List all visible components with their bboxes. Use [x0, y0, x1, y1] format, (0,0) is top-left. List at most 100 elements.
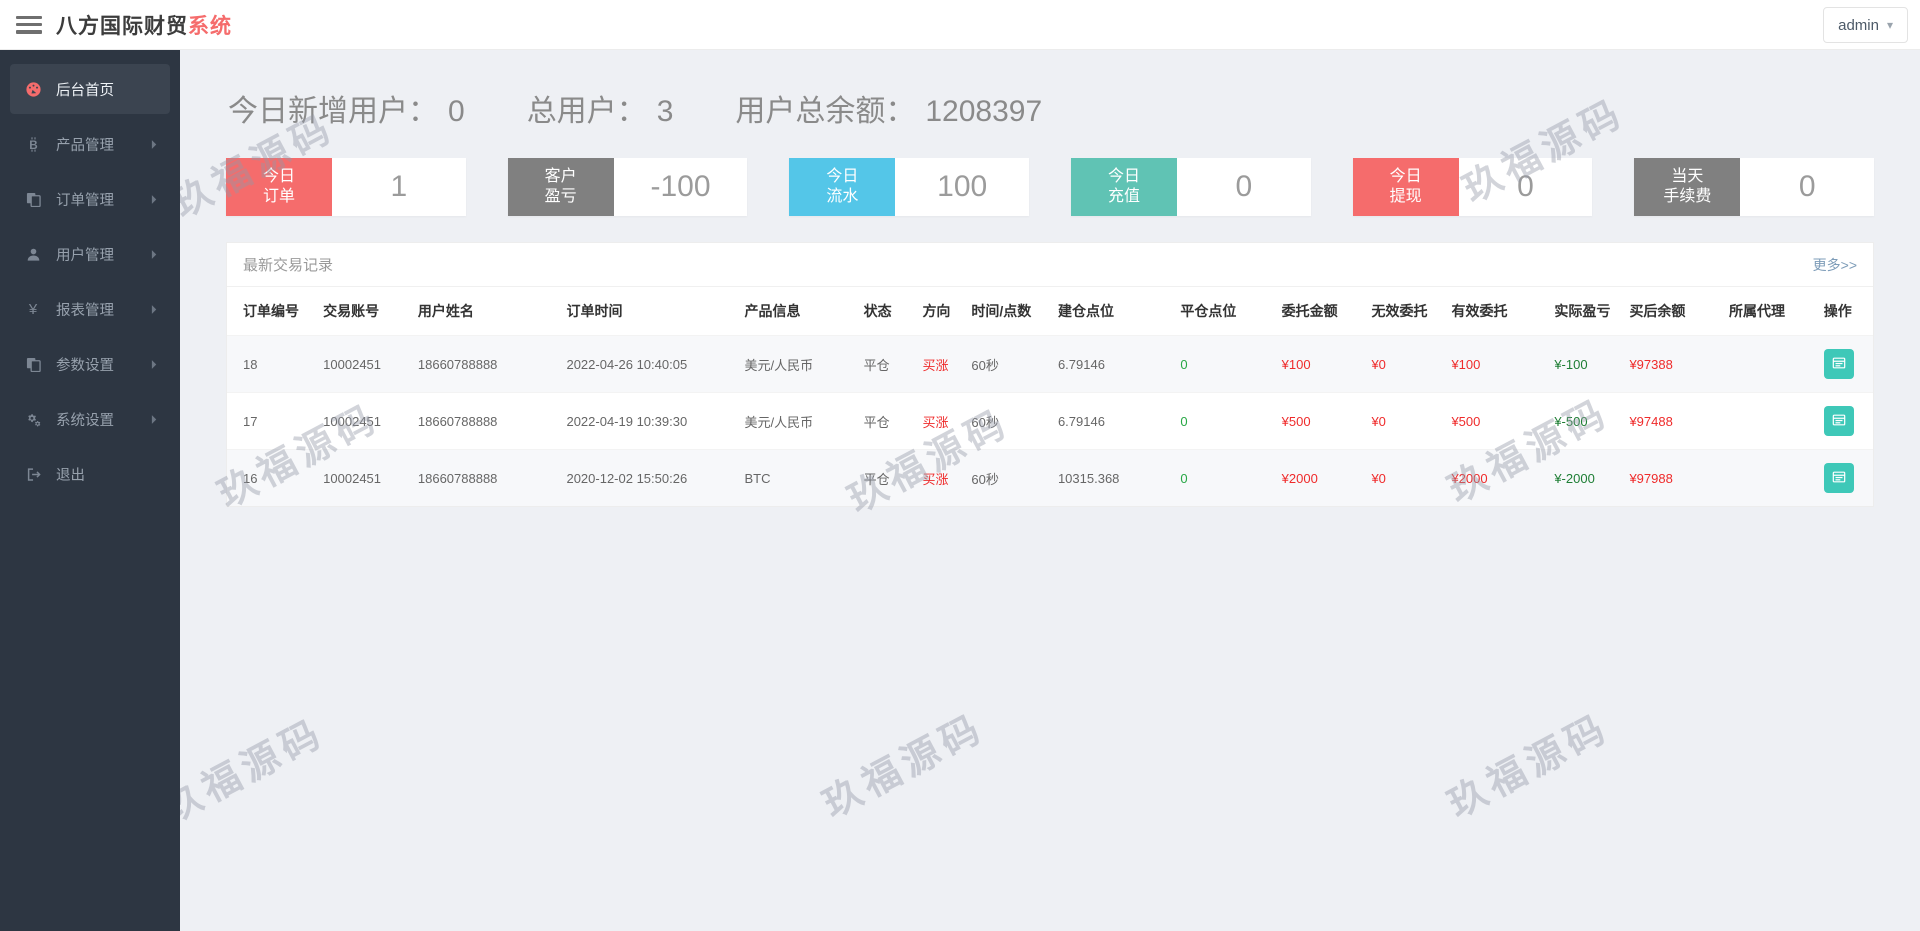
- sidebar-item-home[interactable]: 后台首页: [10, 64, 170, 114]
- sidebar-item-label: 订单管理: [56, 192, 114, 209]
- col-header-trade-account: 交易账号: [315, 287, 410, 336]
- sidebar-item-products[interactable]: B 产品管理: [10, 119, 170, 169]
- sidebar-item-label: 后台首页: [56, 82, 114, 99]
- sidebar-item-reports[interactable]: ¥ 报表管理: [10, 284, 170, 334]
- col-header-actions: 操作: [1815, 287, 1873, 336]
- cell-open-point: 6.79146: [1057, 356, 1105, 372]
- col-header-status: 状态: [855, 287, 915, 336]
- stat-card: 客户 盈亏 -100: [507, 158, 748, 216]
- cell-balance-after: ¥97988: [1629, 470, 1673, 486]
- col-header-product-info: 产品信息: [736, 287, 856, 336]
- cell-balance-after: ¥97388: [1629, 356, 1673, 372]
- view-order-button[interactable]: [1823, 406, 1854, 436]
- summary-stats: 今日新增用户： 0 总用户： 3 用户总余额： 1208397: [228, 86, 1874, 130]
- stat-label: 用户总余额：: [735, 95, 916, 128]
- user-menu-button[interactable]: admin ▾: [1823, 7, 1908, 43]
- cell-balance-after: ¥97488: [1629, 413, 1673, 429]
- sidebar: 后台首页 B 产品管理订单管理用户管理 ¥ 报表管理参数设置系统设置退出: [0, 50, 180, 931]
- stat-card-value: 1: [390, 170, 408, 203]
- stat-card: 今日 流水 100: [789, 158, 1030, 216]
- more-link[interactable]: 更多>>: [1813, 255, 1857, 275]
- dashboard-icon: [22, 81, 44, 98]
- table-row: 16 10002451 18660788888 2020-12-02 15:50:26…: [227, 449, 1873, 507]
- cell-time-points: 60秒: [971, 414, 999, 430]
- sidebar-item-system[interactable]: 系统设置: [10, 394, 170, 444]
- sidebar-item-label: 系统设置: [56, 412, 114, 429]
- latest-trades-panel: 最新交易记录 更多>> 订单编号 交易账号 用户姓名 订单时间 产品信息 状态 方向 时间/点…: [226, 242, 1874, 507]
- cell-close-point: 0: [1180, 356, 1188, 372]
- stat-card-label: 今日 充值: [1071, 158, 1178, 216]
- stat-value: 3: [656, 95, 674, 128]
- cell-entrust-amount: ¥2000: [1281, 470, 1318, 486]
- cell-entrust-amount: ¥500: [1281, 413, 1311, 429]
- cell-open-point: 10315.368: [1057, 470, 1120, 486]
- col-header-agent: 所属代理: [1721, 287, 1816, 336]
- trades-table: 订单编号 交易账号 用户姓名 订单时间 产品信息 状态 方向 时间/点数 建仓点位 平仓点位 委托金…: [227, 287, 1873, 506]
- cell-valid-entrust: ¥2000: [1451, 470, 1488, 486]
- col-header-open-point: 建仓点位: [1049, 287, 1173, 336]
- stat-card: 今日 订单 1: [226, 158, 466, 216]
- cell-actual-pnl: ¥-100: [1554, 356, 1588, 372]
- sidebar-item-label: 退出: [56, 467, 85, 484]
- orders-icon: [22, 192, 44, 207]
- chevron-right-icon: [151, 414, 158, 425]
- stat-card: 当天 手续费 0: [1634, 158, 1875, 216]
- sidebar-item-logout[interactable]: 退出: [10, 449, 170, 499]
- caret-down-icon: ▾: [1886, 18, 1893, 32]
- stat-card-value: 100: [937, 170, 988, 203]
- table-row: 18 10002451 18660788888 2022-04-26 10:40:05…: [227, 335, 1873, 393]
- cell-invalid-entrust: ¥0: [1371, 413, 1386, 429]
- watermark-text: 玖福源码: [816, 706, 992, 827]
- cell-time-points: 60秒: [971, 357, 999, 373]
- cell-user-name: 18660788888: [417, 470, 498, 486]
- main-content: 今日新增用户： 0 总用户： 3 用户总余额： 1208397 今日 订单 1 客户 盈亏 -100…: [157, 50, 1920, 931]
- col-header-order-id: 订单编号: [227, 287, 316, 336]
- cell-order-id: 18: [243, 356, 258, 372]
- svg-text:B: B: [29, 138, 37, 151]
- cell-entrust-amount: ¥100: [1281, 356, 1311, 372]
- cell-status: 平仓: [863, 357, 890, 373]
- stat-card-value: 0: [1235, 170, 1253, 203]
- cell-direction: 买涨: [922, 357, 949, 373]
- table-row: 17 10002451 18660788888 2022-04-19 10:39:30…: [227, 392, 1873, 450]
- cell-order-id: 16: [243, 470, 258, 486]
- cell-direction: 买涨: [922, 414, 949, 430]
- cell-actions: [1816, 393, 1873, 450]
- chevron-right-icon: [151, 359, 158, 370]
- cell-agent: [1721, 450, 1816, 507]
- app-title: 八方国际财贸系统: [56, 10, 232, 40]
- menu-toggle-icon[interactable]: [16, 15, 42, 34]
- cell-actual-pnl: ¥-500: [1554, 413, 1588, 429]
- stat-card-label: 今日 提现: [1352, 158, 1459, 216]
- cell-order-time: 2022-04-26 10:40:05: [566, 356, 688, 372]
- stat-card-value: 0: [1517, 170, 1534, 203]
- stat-label: 今日新增用户：: [228, 95, 438, 128]
- stat-card-label: 当天 手续费: [1634, 158, 1741, 216]
- view-order-button[interactable]: [1823, 349, 1854, 379]
- col-header-close-point: 平仓点位: [1172, 287, 1274, 336]
- col-header-user-name: 用户姓名: [409, 287, 559, 336]
- sidebar-item-label: 参数设置: [56, 357, 114, 374]
- app-title-accent: 系统: [188, 14, 232, 38]
- panel-title: 最新交易记录: [243, 257, 334, 274]
- cell-actions: [1816, 336, 1873, 393]
- user-menu-label: admin: [1838, 16, 1879, 34]
- table-list-icon: [1832, 413, 1846, 430]
- cell-agent: [1721, 336, 1816, 393]
- sidebar-item-users[interactable]: 用户管理: [10, 229, 170, 279]
- summary-stat: 总用户： 3: [527, 86, 674, 130]
- watermark-text: 玖福源码: [1441, 706, 1617, 827]
- cell-product-info: 美元/人民币: [744, 414, 814, 430]
- cell-product-info: BTC: [744, 470, 771, 486]
- view-order-button[interactable]: [1823, 463, 1854, 493]
- stat-card-value: 0: [1798, 170, 1816, 203]
- params-icon: [22, 357, 44, 372]
- cell-agent: [1721, 393, 1816, 450]
- cell-product-info: 美元/人民币: [744, 357, 814, 373]
- sidebar-item-params[interactable]: 参数设置: [10, 339, 170, 389]
- chevron-right-icon: [151, 249, 158, 260]
- table-list-icon: [1832, 356, 1846, 373]
- sidebar-item-orders[interactable]: 订单管理: [10, 174, 170, 224]
- cell-close-point: 0: [1180, 413, 1188, 429]
- sidebar-nav: 后台首页 B 产品管理订单管理用户管理 ¥ 报表管理参数设置系统设置退出: [0, 64, 180, 499]
